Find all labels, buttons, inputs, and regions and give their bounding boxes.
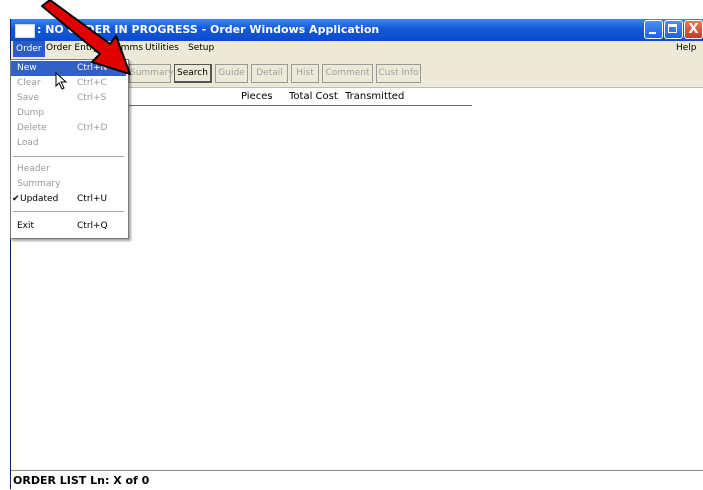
menu-item-header[interactable]: Header <box>11 162 126 177</box>
column-header-pieces[interactable]: Pieces <box>241 91 273 102</box>
minimize-button[interactable] <box>644 20 663 39</box>
menu-item-exit[interactable]: Exit Ctrl+Q <box>11 219 126 234</box>
status-bar: ORDER LIST Ln: X of 0 <box>11 470 703 490</box>
cust-info-button[interactable]: Cust Info <box>376 64 421 83</box>
menu-separator <box>13 211 124 212</box>
menu-item-load[interactable]: Load <box>11 136 126 151</box>
order-menu-dropdown: New Ctrl+N Clear Ctrl+C Save Ctrl+S Dump… <box>10 59 129 239</box>
menu-item-updated[interactable]: ✔ Updated Ctrl+U <box>11 192 126 207</box>
menu-item-summary[interactable]: Summary <box>11 177 126 192</box>
menu-item-shortcut: Ctrl+Q <box>77 221 108 231</box>
checkmark-icon: ✔ <box>12 194 20 204</box>
menu-help[interactable]: Help <box>676 43 697 53</box>
menu-item-label: Updated <box>20 194 59 204</box>
search-button[interactable]: Search <box>174 64 212 83</box>
maximize-icon <box>668 24 677 33</box>
menu-item-label: Delete <box>17 123 47 133</box>
guide-button[interactable]: Guide <box>215 64 248 83</box>
menu-separator <box>13 156 124 157</box>
column-header-transmitted[interactable]: Transmitted <box>345 91 404 102</box>
menu-item-label: Save <box>17 93 40 103</box>
menu-item-shortcut: Ctrl+U <box>77 194 108 204</box>
menu-item-shortcut: Ctrl+D <box>77 123 108 133</box>
menu-item-label: Dump <box>17 108 45 118</box>
menu-item-label: Summary <box>17 179 61 189</box>
app-icon[interactable] <box>15 24 35 38</box>
status-text: ORDER LIST Ln: X of 0 <box>13 474 150 487</box>
hist-button[interactable]: Hist <box>291 64 319 83</box>
menu-utilities[interactable]: Utilities <box>145 43 179 53</box>
menu-item-save[interactable]: Save Ctrl+S <box>11 91 126 106</box>
maximize-button[interactable] <box>664 20 683 39</box>
close-button[interactable]: X <box>684 20 703 39</box>
menu-item-label: Exit <box>17 221 35 231</box>
menu-item-label: New <box>17 63 37 73</box>
close-icon: X <box>688 22 699 37</box>
menu-item-label: Load <box>17 138 39 148</box>
menu-setup[interactable]: Setup <box>188 43 214 53</box>
menu-item-label: Header <box>17 164 50 174</box>
detail-button[interactable]: Detail <box>251 64 288 83</box>
minimize-icon <box>649 32 656 34</box>
column-header-total-cost[interactable]: Total Cost <box>289 91 338 102</box>
menu-item-label: Clear <box>17 78 41 88</box>
menu-item-delete[interactable]: Delete Ctrl+D <box>11 121 126 136</box>
annotation-arrow-icon <box>41 0 131 75</box>
menu-item-shortcut: Ctrl+S <box>77 93 107 103</box>
comment-button[interactable]: Comment <box>322 64 373 83</box>
menu-item-dump[interactable]: Dump <box>11 106 126 121</box>
